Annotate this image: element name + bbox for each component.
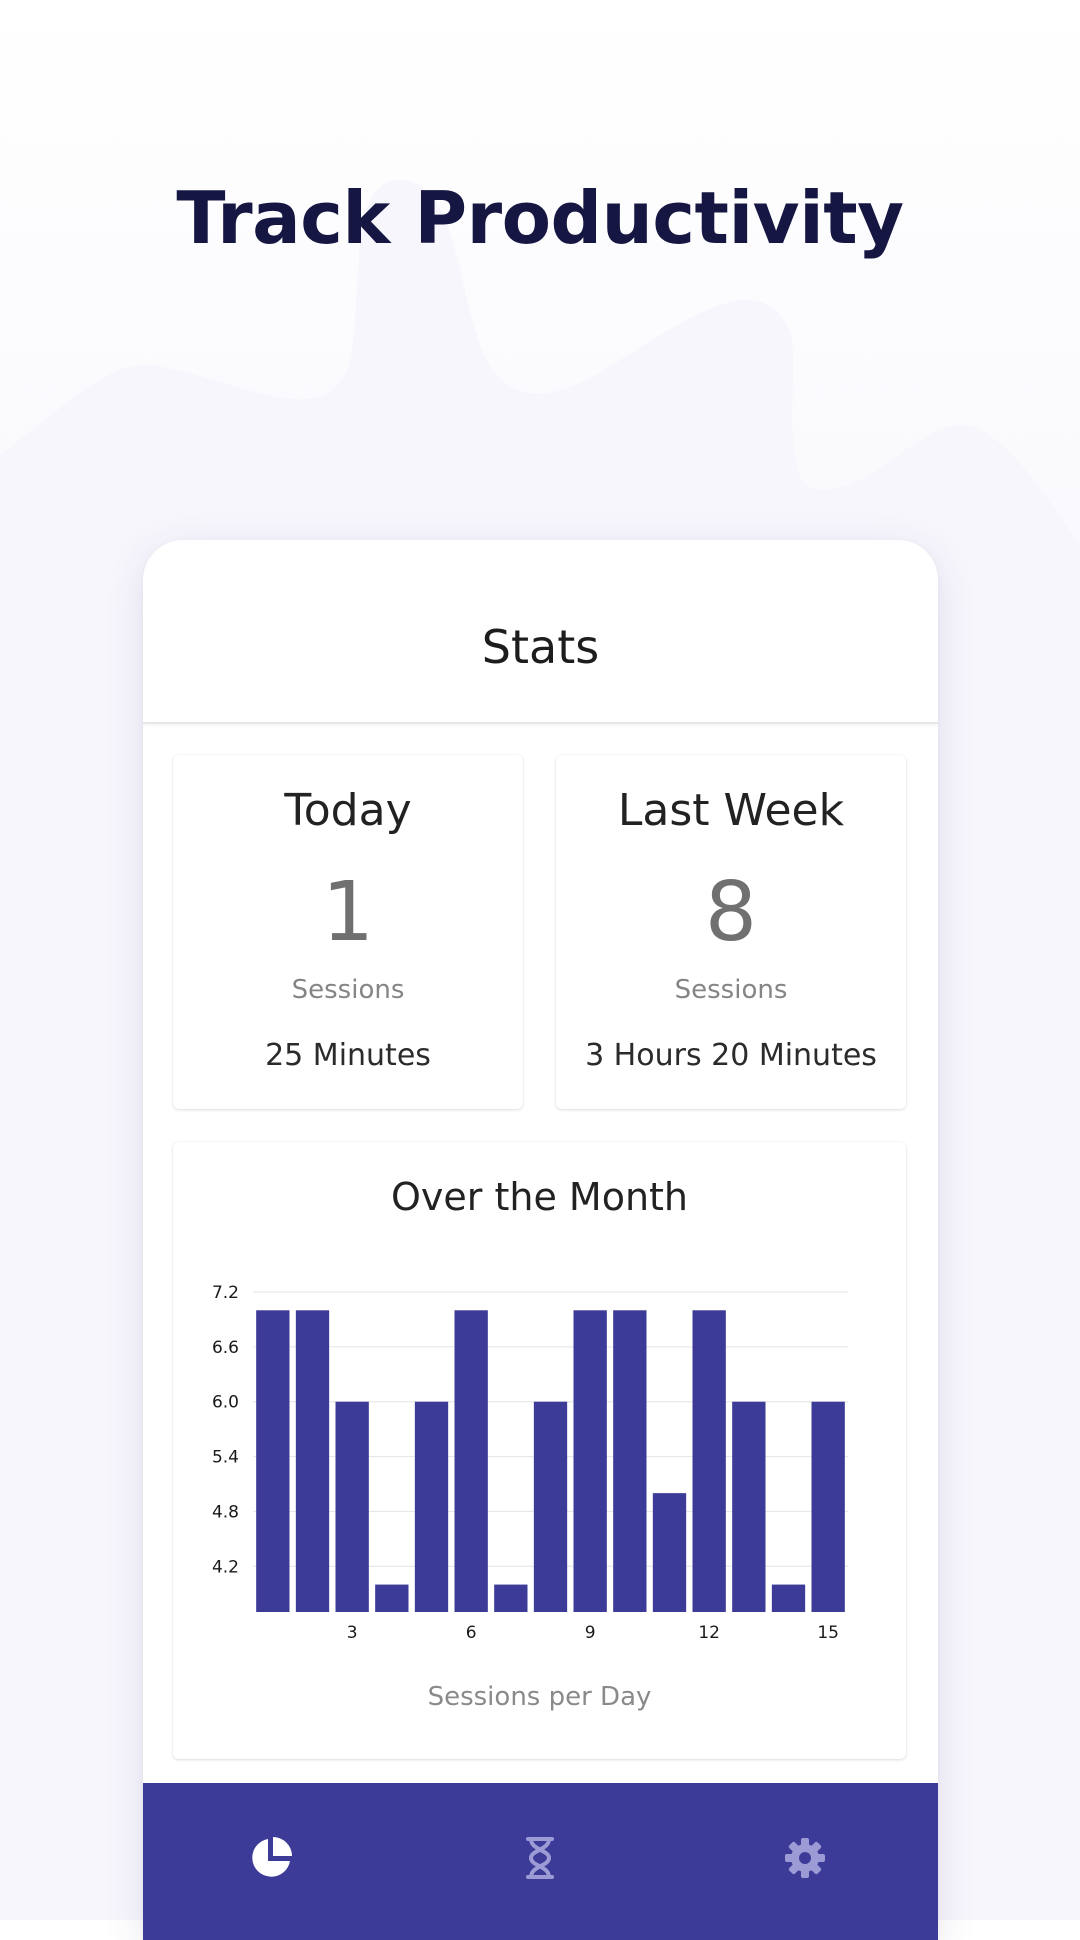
x-tick-label: 12: [698, 1623, 720, 1643]
x-tick-label: 3: [347, 1623, 358, 1643]
y-tick-label: 6.6: [212, 1338, 239, 1358]
last-week-sessions-label: Sessions: [674, 975, 788, 1005]
bar-day-1: [256, 1310, 290, 1612]
today-session-count: 1: [321, 865, 375, 960]
chart-title: Over the Month: [390, 1175, 689, 1219]
gear-icon: [785, 1838, 825, 1878]
bar-day-13: [732, 1401, 766, 1612]
y-tick-label: 4.2: [212, 1557, 239, 1577]
last-week-card: Last Week 8 Sessions 3 Hours 20 Minutes: [556, 755, 906, 1109]
chart-x-axis-label: Sessions per Day: [427, 1682, 652, 1712]
bottom-navigation: [143, 1783, 938, 1940]
last-week-session-count: 8: [704, 865, 758, 960]
hourglass-icon: [526, 1837, 554, 1879]
bar-day-5: [414, 1401, 449, 1612]
y-tick-label: 4.8: [212, 1502, 239, 1522]
today-sessions-label: Sessions: [291, 975, 405, 1005]
y-tick-label: 5.4: [212, 1448, 239, 1468]
bar-day-10: [613, 1310, 647, 1612]
last-week-title: Last Week: [617, 785, 845, 836]
nav-stats-button[interactable]: [231, 1823, 311, 1893]
bar-day-3: [335, 1401, 369, 1612]
bar-day-11: [652, 1493, 687, 1612]
today-duration: 25 Minutes: [265, 1038, 431, 1073]
bar-day-15: [811, 1401, 845, 1612]
last-week-duration: 3 Hours 20 Minutes: [585, 1038, 877, 1073]
bar-day-6: [454, 1310, 488, 1612]
today-card: Today 1 Sessions 25 Minutes: [173, 755, 523, 1109]
app-bar-title: Stats: [481, 620, 600, 674]
y-tick-label: 6.0: [212, 1393, 239, 1413]
x-tick-label: 9: [585, 1623, 596, 1643]
sessions-bar-chart: 4.2 4.8 5.4 6.0 6.6 7.2 3 6 9 12 15: [212, 1283, 848, 1643]
month-chart-card: Over the Month 4.2 4.8 5.4 6.0 6.6 7.2 3 6 9 12 15…: [173, 1142, 906, 1759]
phone-screen: Stats Today 1 Sessions 25 Minutes Last W…: [143, 540, 938, 1940]
app-bar: Stats: [143, 540, 938, 724]
bar-day-4: [375, 1584, 409, 1612]
nav-settings-button[interactable]: [765, 1823, 845, 1893]
pie-chart-icon: [252, 1837, 292, 1877]
bar-day-9: [573, 1310, 607, 1612]
bar-day-14: [771, 1584, 806, 1612]
bar-day-7: [494, 1584, 528, 1612]
bar-day-2: [295, 1310, 330, 1612]
x-tick-label: 15: [817, 1623, 839, 1643]
y-tick-label: 7.2: [212, 1283, 239, 1303]
bar-day-8: [533, 1401, 568, 1612]
today-title: Today: [284, 785, 412, 836]
bar-day-12: [692, 1310, 726, 1612]
nav-timer-button[interactable]: [500, 1823, 580, 1893]
x-tick-label: 6: [466, 1623, 477, 1643]
headline: Track Productivity: [176, 176, 904, 260]
